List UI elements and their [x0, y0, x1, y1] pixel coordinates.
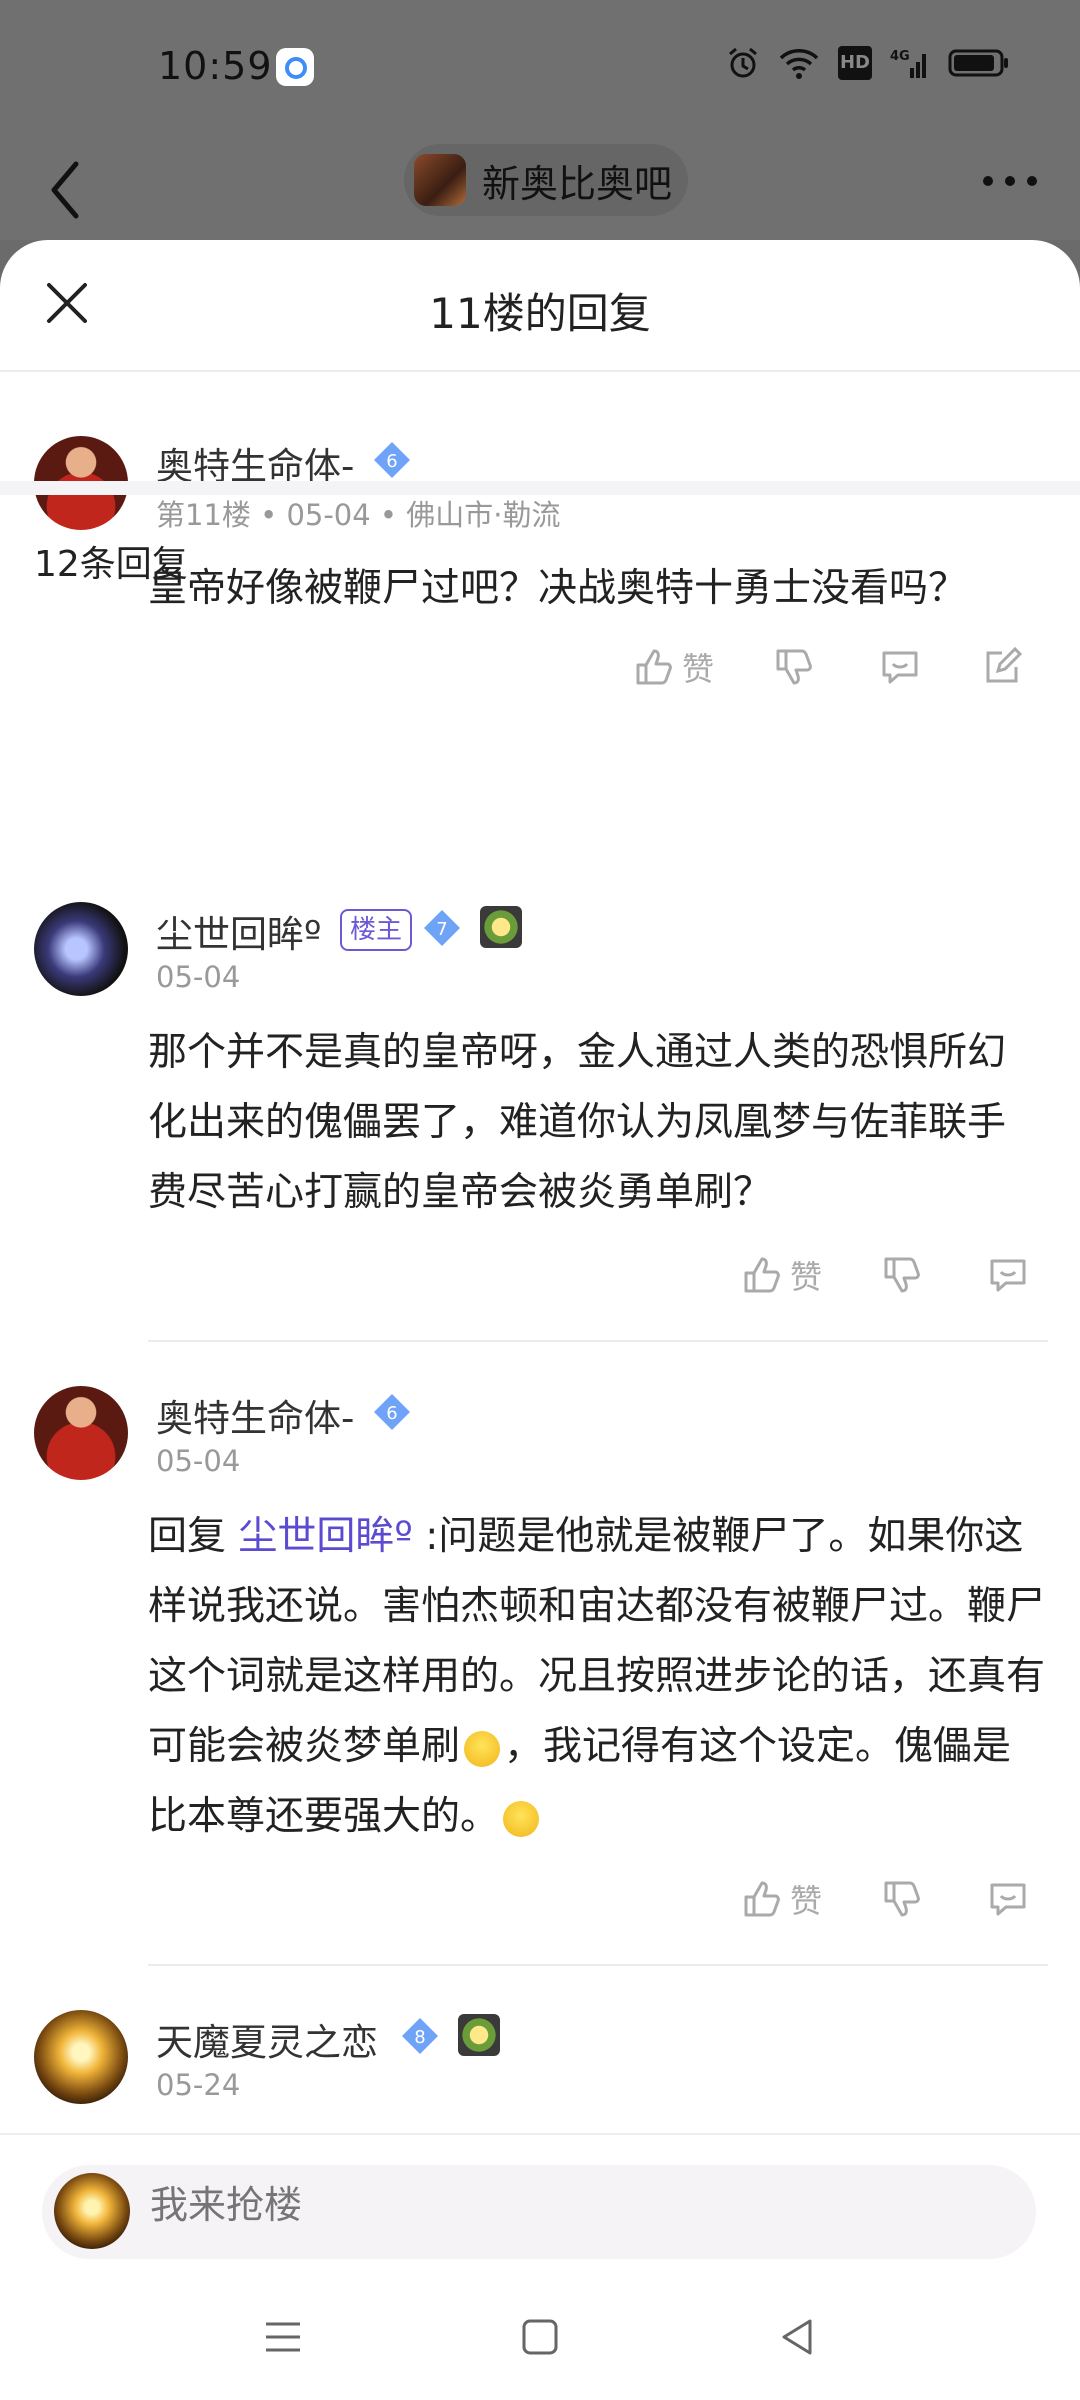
- divider: [148, 1340, 1048, 1342]
- back-icon[interactable]: [772, 2312, 822, 2362]
- like-button[interactable]: 赞: [740, 1252, 822, 1298]
- reply-date: 05-24: [156, 2068, 241, 2102]
- reply-content: 那个并不是真的皇帝呀，金人通过人类的恐惧所幻化出来的傀儡罢了，难道你认为凤凰梦与…: [148, 1030, 1007, 1215]
- wifi-icon: [779, 49, 819, 79]
- status-bar: 10:59 HD 4G: [0, 0, 1080, 140]
- level-badge-icon: 6: [374, 442, 410, 478]
- more-options-icon[interactable]: [980, 166, 1040, 196]
- like-button[interactable]: 赞: [740, 1876, 822, 1922]
- like-button[interactable]: 赞: [632, 644, 714, 690]
- medal-icon: [480, 906, 522, 948]
- svg-text:4G: 4G: [890, 49, 910, 64]
- reply-username[interactable]: 奥特生命体-: [156, 1388, 354, 1442]
- host-tag: 楼主: [340, 909, 413, 951]
- comment-icon[interactable]: [878, 645, 922, 689]
- status-icons: HD 4G: [726, 46, 1010, 80]
- system-nav-bar: [0, 2270, 1080, 2400]
- main-post-content: 皇帝好像被鞭尸过吧？决战奥特十勇士没看吗？: [148, 566, 968, 611]
- sheet-header: 11楼的回复: [0, 240, 1080, 372]
- battery-icon: [948, 49, 1008, 77]
- reply-date: 05-04: [156, 960, 241, 994]
- reply-actions: 赞: [740, 1252, 1030, 1298]
- reply-to-link[interactable]: 尘世回眸º: [238, 1514, 412, 1559]
- reply-actions: 赞: [740, 1876, 1030, 1922]
- thumbs-down-icon[interactable]: [772, 645, 816, 689]
- thumbs-down-icon[interactable]: [880, 1253, 924, 1297]
- reply-input[interactable]: [150, 2183, 950, 2227]
- qq-browser-notification-icon: [276, 48, 314, 86]
- comment-icon[interactable]: [986, 1877, 1030, 1921]
- svg-text:7: 7: [436, 919, 447, 940]
- smile-emoji-icon: [464, 1730, 501, 1767]
- thumbs-up-icon: [744, 1257, 780, 1293]
- status-time: 10:59: [158, 44, 273, 88]
- like-label: 赞: [790, 1258, 823, 1296]
- reply-date: 05-04: [156, 1444, 241, 1478]
- sheet-title: 11楼的回复: [429, 289, 651, 338]
- svg-text:6: 6: [386, 1403, 397, 1424]
- forum-top-bar: 新奥比奥吧: [0, 140, 1080, 240]
- level-badge-icon: 8: [402, 2018, 438, 2054]
- reply-avatar[interactable]: [34, 1386, 128, 1480]
- alarm-icon: [729, 47, 757, 78]
- level-badge-icon: 6: [374, 1394, 410, 1430]
- like-label: 赞: [682, 650, 715, 688]
- medal-icon: [458, 2014, 500, 2056]
- composer-avatar: [54, 2173, 130, 2249]
- signal-4g-icon: 4G: [890, 49, 926, 78]
- section-gap: [0, 481, 1080, 495]
- forum-avatar: [414, 154, 466, 206]
- main-post-actions: 赞: [632, 644, 1024, 690]
- reply-username[interactable]: 天魔夏灵之恋: [156, 2012, 378, 2066]
- reply-prefix: 回复: [148, 1514, 227, 1559]
- comment-icon[interactable]: [986, 1253, 1030, 1297]
- svg-text:8: 8: [414, 2027, 425, 2048]
- back-arrow-icon[interactable]: [42, 150, 92, 230]
- composer-box[interactable]: [42, 2165, 1036, 2259]
- forum-name: 新奥比奥吧: [482, 161, 673, 206]
- forum-title-pill[interactable]: 新奥比奥吧: [404, 144, 688, 216]
- hd-voice-icon: HD: [838, 46, 872, 80]
- edit-icon[interactable]: [980, 645, 1024, 689]
- divider: [148, 1964, 1048, 1966]
- thumbs-up-icon: [636, 649, 672, 685]
- reply-count: 12条回复: [34, 544, 188, 585]
- svg-text:6: 6: [386, 451, 397, 472]
- main-post-meta: 第11楼 • 05-04 • 佛山市·勒流: [156, 498, 561, 532]
- level-badge-icon: 7: [424, 910, 460, 946]
- reply-username[interactable]: 尘世回眸º: [156, 904, 321, 958]
- like-label: 赞: [790, 1882, 823, 1920]
- menu-icon[interactable]: [258, 2312, 308, 2362]
- thumbs-down-icon[interactable]: [880, 1877, 924, 1921]
- reply-avatar[interactable]: [34, 902, 128, 996]
- reply-avatar[interactable]: [34, 2010, 128, 2104]
- reply-content: 回复 尘世回眸º :问题是他就是被鞭尸了。如果你这样说我还说。害怕杰顿和宙达都没…: [148, 1502, 1048, 1852]
- home-icon[interactable]: [515, 2312, 565, 2362]
- thumbs-up-icon: [744, 1881, 780, 1917]
- smile-emoji-icon: [503, 1800, 540, 1837]
